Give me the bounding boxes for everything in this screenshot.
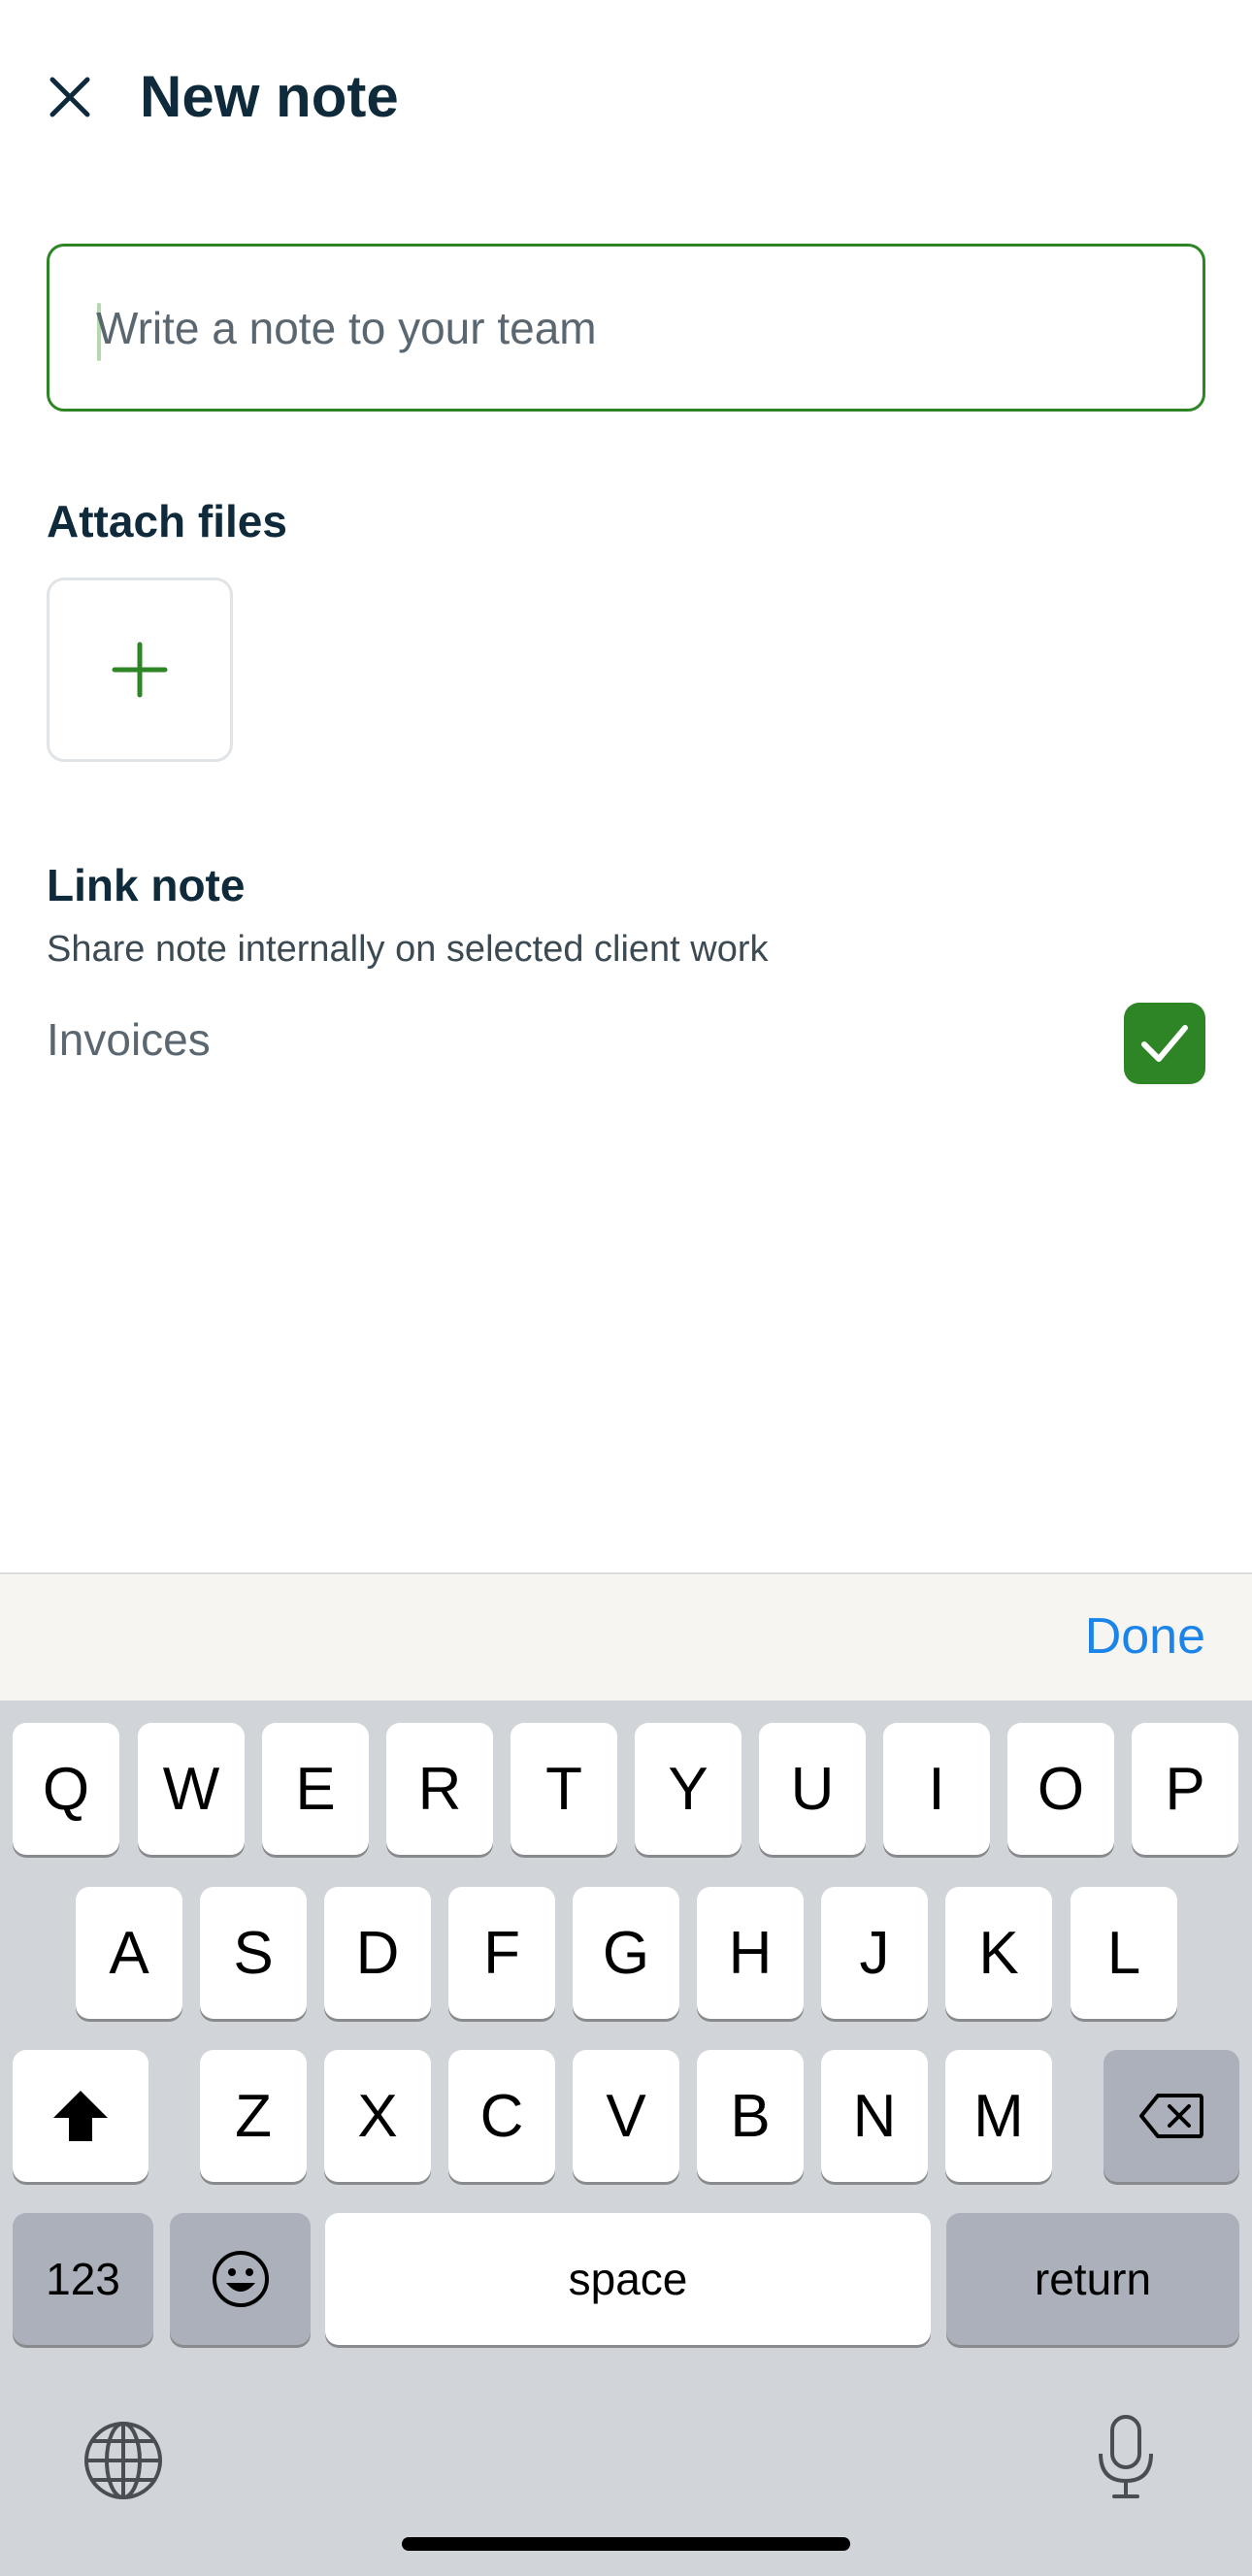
key-h[interactable]: H — [697, 1887, 804, 2019]
key-k[interactable]: K — [945, 1887, 1052, 2019]
key-b[interactable]: B — [697, 2050, 804, 2182]
key-v[interactable]: V — [573, 2050, 679, 2182]
key-f[interactable]: F — [448, 1887, 555, 2019]
invoices-checkbox[interactable] — [1124, 1003, 1205, 1084]
key-p[interactable]: P — [1132, 1723, 1238, 1855]
key-x[interactable]: X — [324, 2050, 431, 2182]
globe-button[interactable] — [80, 2417, 167, 2504]
key-a[interactable]: A — [76, 1887, 182, 2019]
key-n[interactable]: N — [821, 2050, 928, 2182]
plus-icon — [112, 642, 168, 698]
key-w[interactable]: W — [138, 1723, 245, 1855]
key-z[interactable]: Z — [200, 2050, 307, 2182]
attach-file-button[interactable] — [47, 578, 233, 762]
done-button[interactable]: Done — [1085, 1607, 1205, 1666]
key-d[interactable]: D — [324, 1887, 431, 2019]
home-indicator — [402, 2537, 850, 2551]
shift-key[interactable] — [13, 2050, 148, 2182]
key-s[interactable]: S — [200, 1887, 307, 2019]
emoji-icon — [212, 2251, 269, 2307]
key-c[interactable]: C — [448, 2050, 555, 2182]
key-o[interactable]: O — [1007, 1723, 1114, 1855]
key-y[interactable]: Y — [635, 1723, 741, 1855]
close-button[interactable] — [39, 66, 101, 128]
numbers-key[interactable]: 123 — [13, 2213, 153, 2345]
shift-icon — [53, 2091, 108, 2141]
keyboard: Q W E R T Y U I O P A S D F G H J K L Z … — [0, 1701, 1252, 2576]
keyboard-accessory-bar: Done — [0, 1572, 1252, 1701]
key-m[interactable]: M — [945, 2050, 1052, 2182]
space-key[interactable]: space — [325, 2213, 931, 2345]
dictation-button[interactable] — [1087, 2409, 1165, 2506]
return-key[interactable]: return — [946, 2213, 1239, 2345]
key-r[interactable]: R — [386, 1723, 493, 1855]
backspace-icon — [1139, 2094, 1203, 2138]
checkmark-icon — [1141, 1025, 1188, 1062]
key-t[interactable]: T — [511, 1723, 617, 1855]
emoji-key[interactable] — [170, 2213, 311, 2345]
key-e[interactable]: E — [262, 1723, 369, 1855]
note-field[interactable] — [47, 244, 1205, 412]
key-l[interactable]: L — [1071, 1887, 1177, 2019]
note-input[interactable] — [96, 247, 1193, 409]
key-i[interactable]: I — [883, 1723, 990, 1855]
microphone-icon — [1099, 2415, 1153, 2498]
attach-files-heading: Attach files — [47, 496, 287, 546]
close-icon — [49, 77, 90, 117]
link-note-heading: Link note — [47, 860, 246, 910]
globe-icon — [84, 2422, 162, 2499]
link-note-description: Share note internally on selected client… — [47, 929, 769, 970]
key-u[interactable]: U — [759, 1723, 866, 1855]
key-q[interactable]: Q — [13, 1723, 119, 1855]
key-j[interactable]: J — [821, 1887, 928, 2019]
page-title: New note — [140, 64, 399, 129]
link-item-label: Invoices — [47, 1014, 211, 1065]
key-g[interactable]: G — [573, 1887, 679, 2019]
backspace-key[interactable] — [1104, 2050, 1239, 2182]
